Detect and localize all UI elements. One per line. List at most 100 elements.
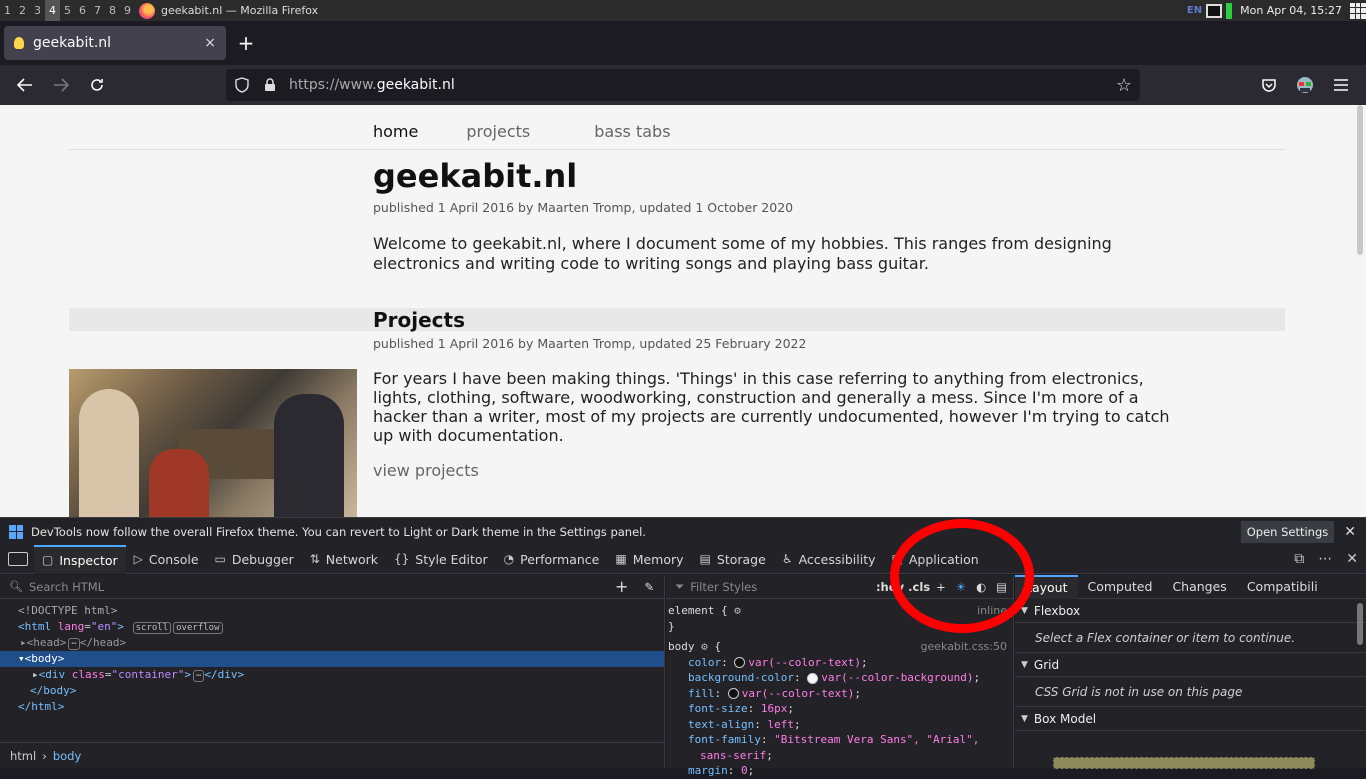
chevron-down-icon: ▼ <box>1021 659 1028 670</box>
sidebar-scrollbar[interactable] <box>1357 603 1363 645</box>
boxmodel-section-header[interactable]: ▼ Box Model <box>1015 707 1366 731</box>
eyedropper-icon[interactable]: ✎ <box>644 580 654 594</box>
url-scheme: https://www. <box>289 77 377 93</box>
hamburger-menu-icon <box>1334 79 1348 91</box>
menu-projects[interactable]: projects <box>466 122 530 141</box>
view-projects-link[interactable]: view projects <box>373 461 479 480</box>
page-scrollbar[interactable] <box>1357 105 1363 255</box>
console-icon: ▷ <box>133 552 143 566</box>
forward-button[interactable] <box>47 71 75 99</box>
declaration[interactable]: font-family: "Bitstream Vera Sans", "Ari… <box>668 732 1013 748</box>
tab-computed[interactable]: Computed <box>1078 575 1163 599</box>
tab-accessibility[interactable]: ♿ Accessibility <box>774 545 884 574</box>
workspace-4[interactable]: 4 <box>45 0 60 21</box>
monitor-icon[interactable] <box>1206 3 1223 18</box>
keyboard-layout[interactable]: EN <box>1187 5 1202 16</box>
breadcrumb-html[interactable]: html <box>10 749 36 763</box>
lightbulb-favicon-icon <box>14 37 24 49</box>
more-options-icon[interactable]: ⋯ <box>1318 551 1332 567</box>
pocket-icon <box>1262 79 1276 92</box>
workspace-switcher[interactable]: 1 2 3 4 5 6 7 8 9 <box>0 0 135 21</box>
reload-button[interactable] <box>83 71 111 99</box>
tab-debugger[interactable]: ▭ Debugger <box>207 545 302 574</box>
flexbox-section-header[interactable]: ▼ Flexbox <box>1015 599 1366 623</box>
tab-changes[interactable]: Changes <box>1162 575 1236 599</box>
declaration-continued: sans-serif; <box>700 748 773 762</box>
declaration[interactable]: font-size: 16px; <box>668 701 1013 717</box>
tab-network[interactable]: ⇅ Network <box>302 545 386 574</box>
clock[interactable]: Mon Apr 04, 15:27 <box>1240 4 1342 17</box>
tab-compatibility[interactable]: Compatibili <box>1237 575 1328 599</box>
declaration[interactable]: margin: 0; <box>668 763 1013 779</box>
projects-paragraph: For years I have been making things. 'Th… <box>373 369 1170 445</box>
section-meta: published 1 April 2016 by Maarten Tromp,… <box>373 336 807 351</box>
filter-styles-input[interactable]: Filter Styles <box>690 580 757 594</box>
rule-body[interactable]: body ⚙ {geekabit.css:50 <box>668 639 1013 655</box>
element-picker-icon[interactable] <box>8 552 28 566</box>
bookmark-star-icon[interactable]: ☆ <box>1116 75 1132 96</box>
tree-node[interactable]: </html> <box>0 699 664 715</box>
grid-section-header[interactable]: ▼ Grid <box>1015 653 1366 677</box>
window-title-text: geekabit.nl — Mozilla Firefox <box>161 4 319 17</box>
declaration[interactable]: background-color: var(--color-background… <box>668 670 1013 686</box>
close-devtools-icon[interactable]: ✕ <box>1346 551 1358 567</box>
add-node-icon[interactable]: + <box>615 577 628 596</box>
tab-memory[interactable]: ▦ Memory <box>607 545 691 574</box>
workspace-8[interactable]: 8 <box>105 0 120 21</box>
memory-icon: ▦ <box>615 552 627 566</box>
pocket-button[interactable] <box>1255 71 1283 99</box>
account-button[interactable] <box>1291 71 1319 99</box>
workspace-5[interactable]: 5 <box>60 0 75 21</box>
tree-node[interactable]: <html lang="en"> scroll overflow <box>0 619 664 635</box>
tree-node-selected[interactable]: ▾<body> <box>0 651 664 667</box>
workspace-7[interactable]: 7 <box>90 0 105 21</box>
box-model-diagram[interactable] <box>1053 757 1315 769</box>
breadcrumb-body[interactable]: body <box>53 749 81 763</box>
tree-node[interactable]: ▸<div class="container"> ⋯ </div> <box>0 667 664 683</box>
sidebar-tabs: Layout Computed Changes Compatibili <box>1015 574 1366 599</box>
workspace-2[interactable]: 2 <box>15 0 30 21</box>
app-grid-icon[interactable] <box>1350 2 1366 19</box>
network-indicator-icon[interactable] <box>1226 2 1233 19</box>
new-tab-button[interactable]: + <box>234 31 258 55</box>
workspace-9[interactable]: 9 <box>120 0 135 21</box>
flexbox-message: Select a Flex container or item to conti… <box>1015 623 1366 653</box>
tab-performance[interactable]: ◔ Performance <box>496 545 608 574</box>
markup-tree: <!DOCTYPE html> <html lang="en"> scroll o… <box>0 599 664 715</box>
devtools-notice-bar: DevTools now follow the overall Firefox … <box>0 517 1366 545</box>
projects-photo <box>69 369 357 517</box>
tab-console[interactable]: ▷ Console <box>126 545 207 574</box>
menu-bass-tabs[interactable]: bass tabs <box>594 122 670 141</box>
lock-icon[interactable] <box>259 74 281 96</box>
menu-home[interactable]: home <box>373 122 418 141</box>
app-menu-button[interactable] <box>1327 71 1355 99</box>
back-button[interactable] <box>11 71 39 99</box>
tracking-protection-shield-icon[interactable] <box>231 74 253 96</box>
workspace-3[interactable]: 3 <box>30 0 45 21</box>
filter-icon: ⏷ <box>675 579 685 593</box>
declaration[interactable]: fill: var(--color-text); <box>668 686 1013 702</box>
tab-inspector[interactable]: ▢ Inspector <box>34 544 126 574</box>
section-header-bar <box>69 308 1285 331</box>
page-meta: published 1 April 2016 by Maarten Tromp,… <box>373 200 794 215</box>
workspace-1[interactable]: 1 <box>0 0 15 21</box>
dock-side-icon[interactable]: ⧉ <box>1294 551 1304 567</box>
tree-node[interactable]: <!DOCTYPE html> <box>0 603 664 619</box>
open-settings-button[interactable]: Open Settings <box>1240 520 1335 543</box>
declaration[interactable]: color: var(--color-text); <box>668 655 1013 671</box>
os-top-bar: 1 2 3 4 5 6 7 8 9 geekabit.nl — Mozilla … <box>0 0 1366 21</box>
workspace-6[interactable]: 6 <box>75 0 90 21</box>
page-title: geekabit.nl <box>373 157 578 195</box>
tree-node[interactable]: ▸<head> ⋯ </head> <box>0 635 664 651</box>
search-html-row: 🔍︎ Search HTML + ✎ <box>0 575 664 599</box>
tree-node[interactable]: </body> <box>0 683 664 699</box>
close-tab-icon[interactable]: × <box>204 35 216 51</box>
system-tray: EN Mon Apr 04, 15:27 <box>1187 0 1366 21</box>
close-notice-icon[interactable]: ✕ <box>1344 524 1356 540</box>
url-bar[interactable]: https://www. geekabit.nl ☆ <box>226 69 1140 101</box>
search-html-input[interactable]: Search HTML <box>29 580 104 594</box>
tab-style-editor[interactable]: {} Style Editor <box>386 545 496 574</box>
declaration[interactable]: text-align: left; <box>668 717 1013 733</box>
browser-tab[interactable]: geekabit.nl × <box>4 26 226 60</box>
tab-storage[interactable]: ▤ Storage <box>692 545 774 574</box>
